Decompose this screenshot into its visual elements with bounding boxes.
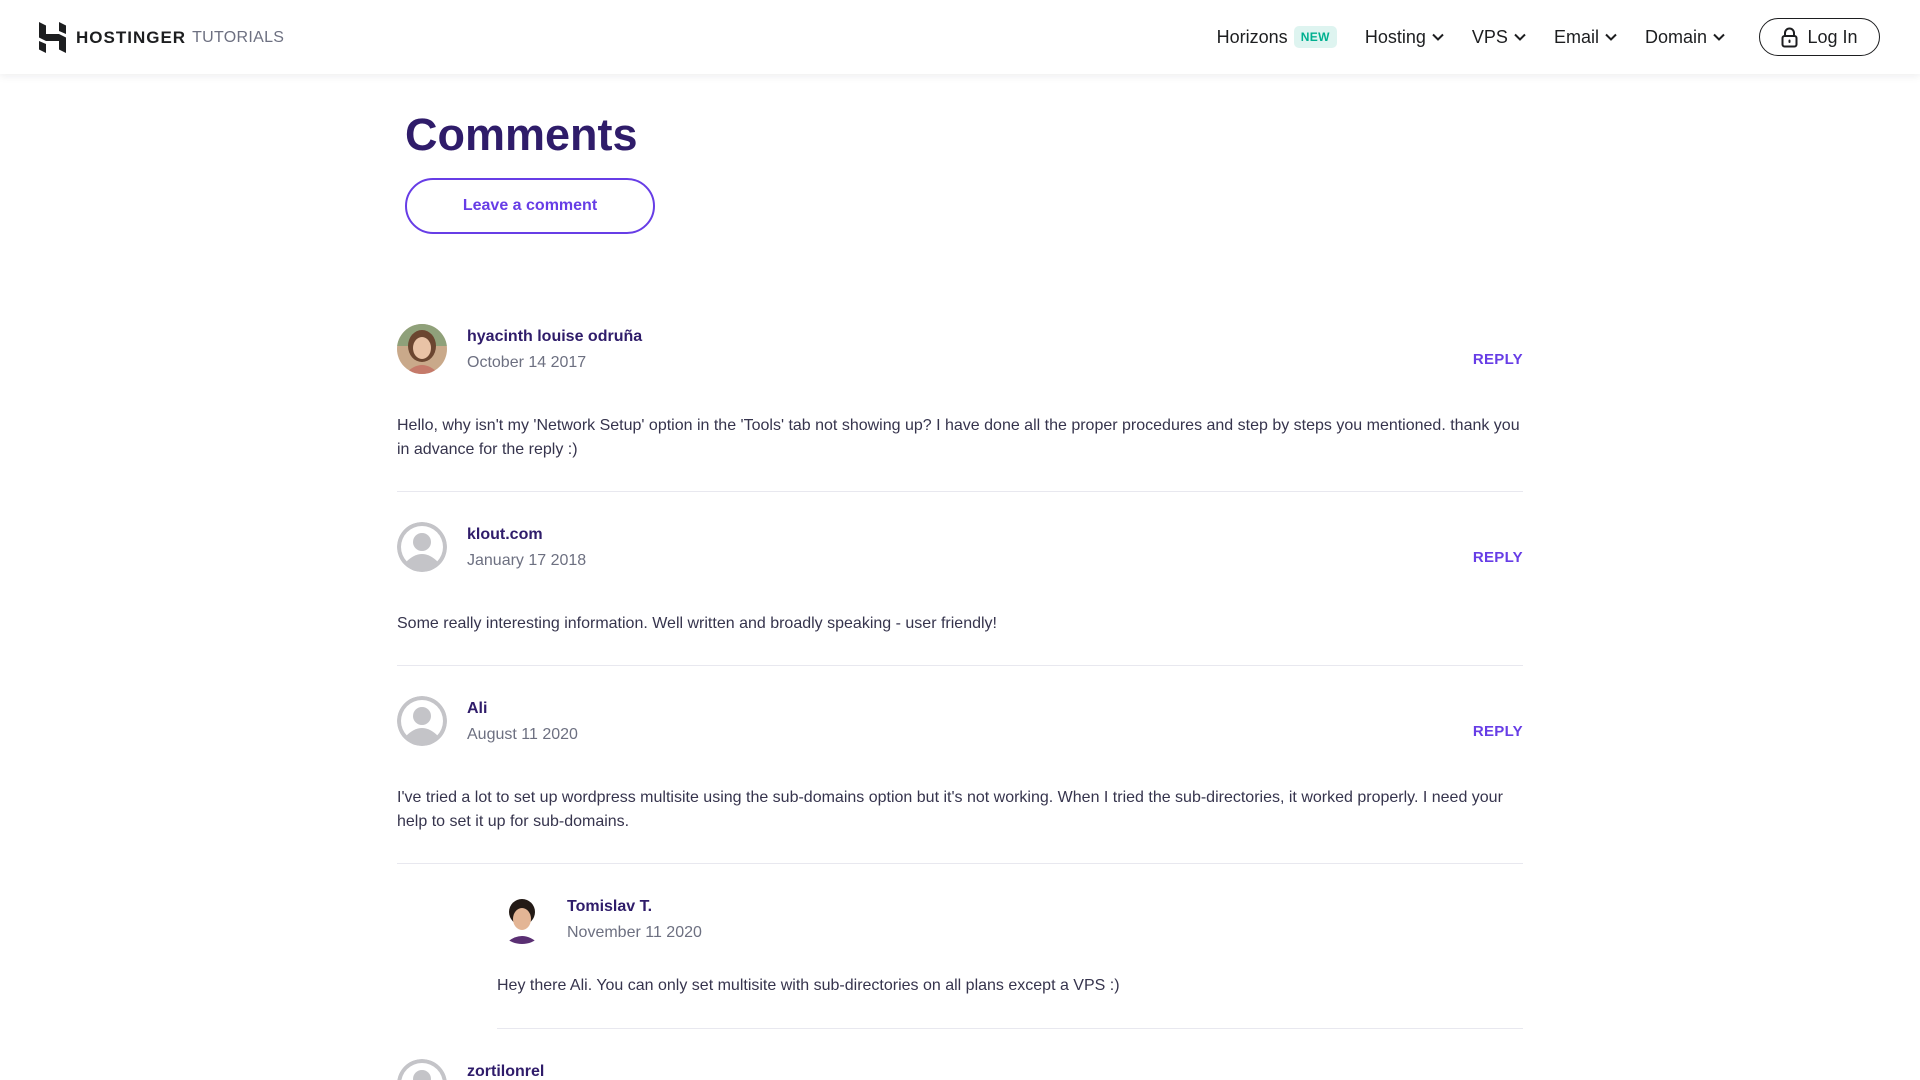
chevron-down-icon	[1514, 33, 1526, 41]
user-avatar	[397, 324, 447, 374]
comment-author[interactable]: hyacinth louise odruña	[467, 328, 642, 346]
leave-comment-button[interactable]: Leave a comment	[405, 178, 655, 234]
brand-name: HOSTINGER	[76, 27, 187, 47]
reply-button[interactable]: REPLY	[1473, 549, 1523, 566]
hostinger-logo[interactable]: HOSTINGER TUTORIALS	[39, 22, 284, 53]
nav-domain-label: Domain	[1644, 26, 1707, 47]
nav-hosting-label: Hosting	[1364, 26, 1426, 47]
comment-author[interactable]: Tomislav T.	[567, 898, 652, 916]
nav-horizons[interactable]: Horizons NEW	[1217, 26, 1337, 48]
user-avatar	[397, 522, 447, 572]
comment-author[interactable]: Ali	[467, 700, 487, 718]
site-header: HOSTINGER TUTORIALS Horizons NEW Hosting…	[0, 0, 1920, 74]
nav-vps-label: VPS	[1471, 26, 1508, 47]
main-nav: Horizons NEW Hosting VPS Email Domain Lo…	[1217, 0, 1920, 74]
comment-text: I've tried a lot to set up wordpress mul…	[397, 789, 1503, 830]
comment-date: November 11 2020	[567, 924, 702, 941]
nav-hosting[interactable]: Hosting	[1365, 27, 1444, 48]
user-avatar	[497, 894, 547, 944]
default-avatar-icon	[397, 696, 447, 746]
login-label: Log In	[1807, 26, 1858, 47]
comment-date: October 14 2017	[467, 354, 587, 371]
comment-text: Hey there Ali. You can only set multisit…	[497, 977, 1120, 994]
chevron-down-icon	[1432, 33, 1444, 41]
comment-author[interactable]: zortilonrel	[467, 1063, 544, 1080]
nav-vps[interactable]: VPS	[1472, 27, 1526, 48]
user-avatar	[397, 696, 447, 746]
hostinger-logo-icon	[39, 22, 66, 53]
nav-email[interactable]: Email	[1554, 27, 1617, 48]
reply-button[interactable]: REPLY	[1473, 723, 1523, 740]
default-avatar-icon	[397, 1059, 447, 1080]
comment-date: January 17 2018	[467, 552, 587, 569]
comment-divider	[397, 491, 1523, 492]
reply-button[interactable]: REPLY	[1473, 351, 1523, 368]
chevron-down-icon	[1713, 33, 1725, 41]
nav-email-label: Email	[1553, 26, 1599, 47]
nav-horizons-label: Horizons	[1216, 26, 1288, 47]
comment-author[interactable]: klout.com	[467, 526, 543, 544]
comment-date: August 11 2020	[467, 726, 578, 743]
comment-text: Hello, why isn't my 'Network Setup' opti…	[397, 417, 1520, 458]
comment-divider	[397, 863, 1523, 864]
photo-avatar-icon	[397, 324, 447, 374]
chevron-down-icon	[1605, 33, 1617, 41]
comment-divider	[397, 665, 1523, 666]
brand-subtitle: TUTORIALS	[192, 28, 285, 46]
login-button[interactable]: Log In	[1759, 18, 1880, 56]
comment-text: Some really interesting information. Wel…	[397, 615, 997, 632]
nav-domain[interactable]: Domain	[1645, 27, 1725, 48]
comments-heading: Comments	[405, 109, 638, 160]
default-avatar-icon	[397, 522, 447, 572]
photo-avatar-icon	[497, 894, 547, 944]
new-badge: NEW	[1293, 26, 1337, 48]
user-avatar	[397, 1059, 447, 1080]
lock-icon	[1781, 27, 1798, 47]
comment-divider	[497, 1028, 1523, 1029]
